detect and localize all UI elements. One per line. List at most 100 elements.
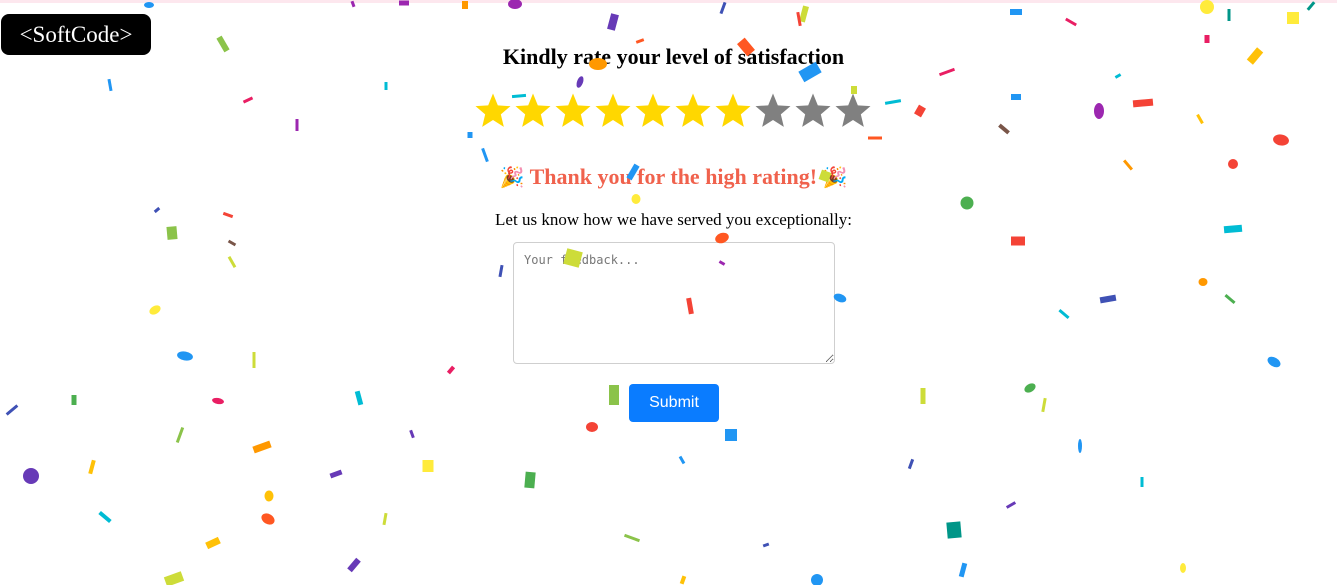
confetti-piece <box>524 471 536 489</box>
confetti-piece <box>107 78 113 92</box>
confetti-piece <box>1180 563 1186 573</box>
confetti-piece <box>252 440 272 454</box>
confetti-piece <box>868 136 882 140</box>
confetti-piece <box>1227 9 1231 21</box>
confetti-piece <box>1065 17 1077 27</box>
confetti-piece <box>354 390 364 406</box>
star-filled-icon[interactable] <box>473 91 513 131</box>
confetti-piece <box>98 510 112 524</box>
confetti-piece <box>1058 308 1070 320</box>
confetti-piece <box>252 352 256 368</box>
confetti-piece <box>163 571 185 585</box>
confetti-piece <box>811 574 823 585</box>
confetti-piece <box>1005 501 1017 509</box>
star-filled-icon[interactable] <box>713 91 753 131</box>
confetti-piece <box>1114 73 1122 79</box>
confetti-piece <box>329 469 343 479</box>
confetti-piece <box>498 264 504 278</box>
star-empty-icon[interactable] <box>753 91 793 131</box>
confetti-piece <box>946 521 962 539</box>
party-popper-icon: 🎉 <box>499 165 525 189</box>
confetti-piece <box>635 38 645 44</box>
confetti-piece <box>1099 294 1117 304</box>
confetti-piece <box>576 76 584 88</box>
submit-button[interactable]: Submit <box>629 384 719 422</box>
confetti-piece <box>1024 383 1036 393</box>
confetti-piece <box>609 385 619 405</box>
confetti-piece <box>1224 293 1236 305</box>
confetti-piece <box>227 239 237 247</box>
feedback-prompt: Let us know how we have served you excep… <box>495 210 852 229</box>
confetti-piece <box>679 575 687 585</box>
page-title: Kindly rate your level of satisfaction <box>502 44 845 69</box>
star-rating <box>473 91 875 133</box>
feedback-textarea[interactable] <box>513 242 835 364</box>
confetti-piece <box>382 512 388 526</box>
thank-you-text: Thank you for the high rating! <box>529 164 818 189</box>
star-empty-icon[interactable] <box>833 91 873 131</box>
confetti-piece <box>71 395 77 405</box>
star-filled-icon[interactable] <box>513 91 553 131</box>
confetti-piece <box>1041 397 1047 413</box>
confetti-piece <box>175 426 185 444</box>
confetti-piece <box>1204 35 1210 43</box>
confetti-piece <box>1010 9 1022 15</box>
confetti-piece <box>177 351 193 361</box>
confetti-piece <box>1094 103 1104 119</box>
confetti-piece <box>1198 278 1208 286</box>
star-filled-icon[interactable] <box>553 91 593 131</box>
confetti-piece <box>422 460 434 472</box>
softcode-logo[interactable]: <SoftCode> <box>1 14 151 55</box>
star-filled-icon[interactable] <box>673 91 713 131</box>
confetti-piece <box>1140 477 1144 487</box>
confetti-piece <box>920 388 926 404</box>
confetti-piece <box>409 429 415 439</box>
confetti-piece <box>1287 12 1299 24</box>
confetti-piece <box>1011 236 1025 246</box>
confetti-piece <box>884 99 902 105</box>
confetti-piece <box>1078 439 1082 453</box>
confetti-piece <box>762 542 770 548</box>
confetti-piece <box>914 104 926 118</box>
confetti-piece <box>242 96 254 104</box>
confetti-piece <box>623 533 641 543</box>
top-border <box>0 0 1337 3</box>
confetti-piece <box>907 458 915 470</box>
confetti-piece <box>384 82 388 90</box>
confetti-piece <box>1132 98 1154 108</box>
confetti-piece <box>261 513 275 525</box>
confetti-piece <box>467 132 473 138</box>
star-filled-icon[interactable] <box>633 91 673 131</box>
confetti-piece <box>631 194 641 204</box>
confetti-piece <box>678 455 686 465</box>
confetti-piece <box>725 429 737 441</box>
confetti-piece <box>264 490 274 502</box>
star-filled-icon[interactable] <box>593 91 633 131</box>
star-empty-icon[interactable] <box>793 91 833 131</box>
confetti-piece <box>149 305 161 315</box>
confetti-piece <box>796 11 802 27</box>
confetti-piece <box>1011 94 1021 100</box>
confetti-piece <box>88 459 96 475</box>
confetti-piece <box>958 562 968 578</box>
confetti-piece <box>607 13 619 31</box>
party-popper-icon: 🎉 <box>822 165 848 189</box>
confetti-piece <box>960 196 974 210</box>
confetti-piece <box>586 422 598 432</box>
confetti-piece <box>295 119 299 131</box>
confetti-piece <box>719 1 727 15</box>
confetti-piece <box>481 147 489 163</box>
confetti-piece <box>446 365 456 375</box>
confetti-piece <box>23 468 39 484</box>
confetti-piece <box>227 256 237 268</box>
confetti-piece <box>5 404 19 416</box>
confetti-piece <box>799 5 809 23</box>
confetti-piece <box>998 123 1010 135</box>
confetti-piece <box>1273 134 1289 146</box>
thank-you-message: 🎉 Thank you for the high rating! 🎉 <box>0 164 1337 190</box>
confetti-piece <box>205 536 221 550</box>
confetti-piece <box>347 557 361 573</box>
confetti-piece <box>212 397 224 405</box>
confetti-piece <box>1196 113 1204 125</box>
confetti-piece <box>1267 356 1281 368</box>
